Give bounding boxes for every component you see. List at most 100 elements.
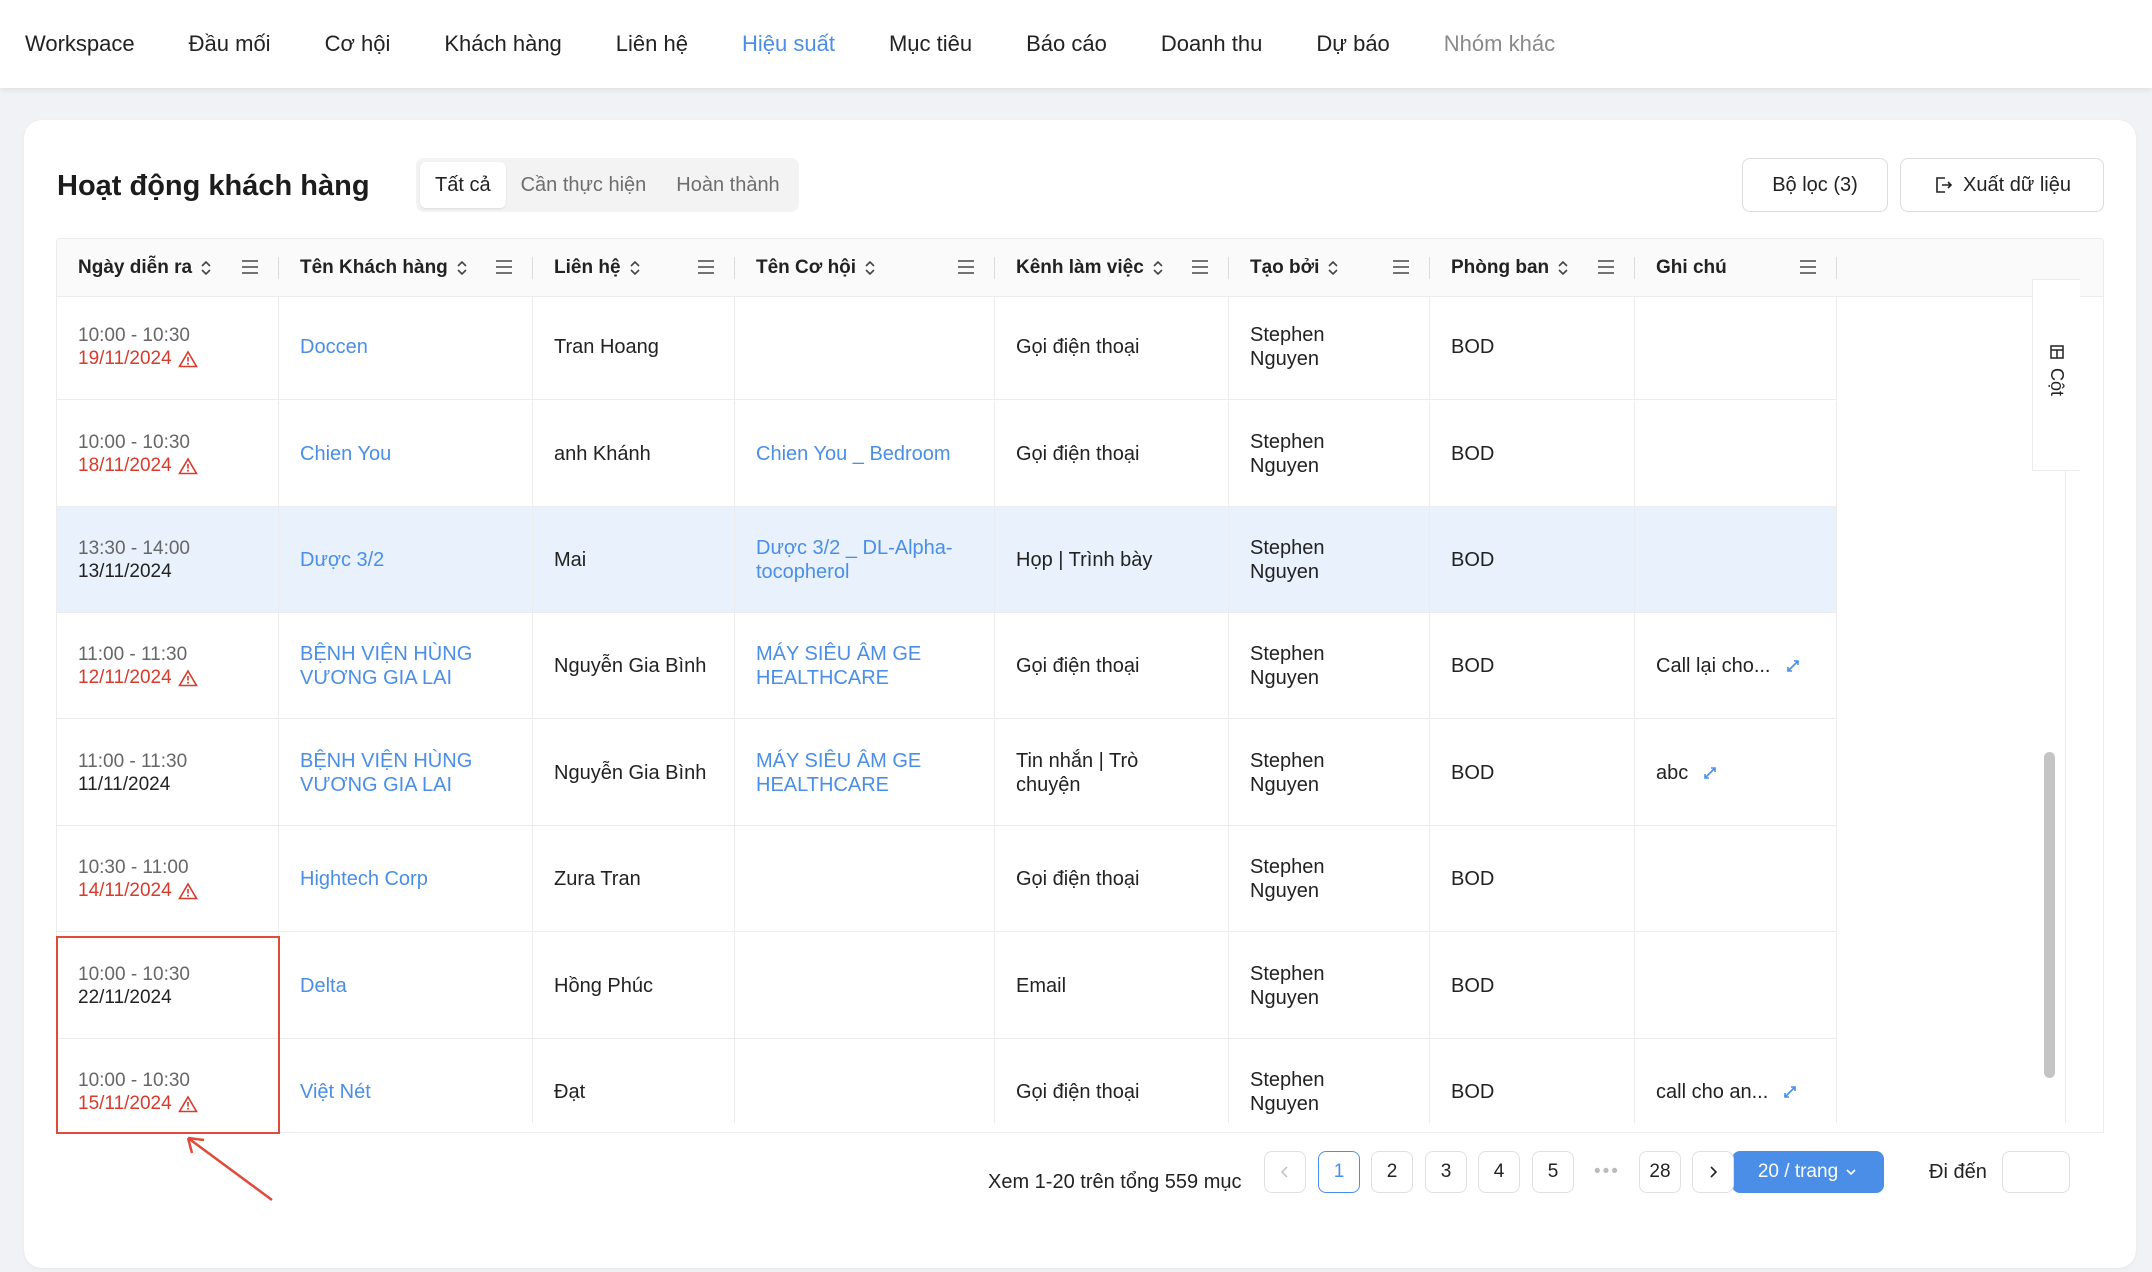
column-header[interactable]: Tạo bởi bbox=[1229, 239, 1430, 297]
customer-link[interactable]: Hightech Corp bbox=[300, 867, 428, 891]
column-menu-icon[interactable] bbox=[1597, 258, 1615, 276]
table-row[interactable]: 10:00 - 10:30 22/11/2024 Delta Hồng Phúc Ema… bbox=[57, 933, 1837, 1039]
page-size-select[interactable]: 20 / trang bbox=[1732, 1151, 1884, 1193]
nav-item[interactable]: Hiệu suất bbox=[742, 31, 835, 57]
sort-icon[interactable] bbox=[1327, 258, 1339, 278]
column-header[interactable]: Kênh làm việc bbox=[995, 239, 1229, 297]
page-button[interactable]: 1 bbox=[1318, 1151, 1360, 1193]
customer-link[interactable]: Doccen bbox=[300, 335, 368, 359]
column-separator[interactable] bbox=[532, 257, 533, 279]
sort-icon[interactable] bbox=[1557, 258, 1569, 278]
nav-item[interactable]: Workspace bbox=[25, 31, 135, 57]
column-separator[interactable] bbox=[1429, 257, 1430, 279]
warning-triangle-icon bbox=[177, 881, 198, 899]
channel-text: Gọi điện thoại bbox=[1016, 655, 1140, 677]
column-separator[interactable] bbox=[1228, 257, 1229, 279]
column-menu-icon[interactable] bbox=[1799, 258, 1817, 276]
nav-item[interactable]: Nhóm khác bbox=[1444, 31, 1555, 57]
opportunity-link[interactable]: MÁY SIÊU ÂM GE HEALTHCARE bbox=[756, 642, 978, 690]
table-row[interactable]: 10:30 - 11:00 14/11/2024 Hightech Corp Zura… bbox=[57, 826, 1837, 932]
expand-icon[interactable] bbox=[1782, 1084, 1798, 1100]
column-menu-icon[interactable] bbox=[697, 258, 715, 276]
contact-cell: Nguyễn Gia Bình bbox=[533, 613, 735, 719]
nav-item[interactable]: Báo cáo bbox=[1026, 31, 1107, 57]
table-row[interactable]: 10:00 - 10:30 18/11/2024 Chien You anh Khán… bbox=[57, 401, 1837, 507]
note-cell: abc bbox=[1635, 720, 1837, 826]
column-header[interactable]: Ghi chú bbox=[1635, 239, 1837, 297]
table-row[interactable]: 10:00 - 10:30 15/11/2024 Việt Nét Đạt Gọi đi… bbox=[57, 1039, 1837, 1123]
column-separator[interactable] bbox=[734, 257, 735, 279]
page-button[interactable]: 5 bbox=[1532, 1151, 1574, 1193]
note-block: abc bbox=[1656, 762, 1718, 785]
column-header[interactable]: Ngày diễn ra bbox=[57, 239, 279, 297]
customer-link[interactable]: Delta bbox=[300, 974, 347, 998]
expand-icon[interactable] bbox=[1702, 765, 1718, 781]
page-button[interactable]: 4 bbox=[1478, 1151, 1520, 1193]
customer-link[interactable]: BỆNH VIỆN HÙNG VƯƠNG GIA LAI bbox=[300, 749, 512, 797]
column-header[interactable]: Liên hệ bbox=[533, 239, 735, 297]
column-menu-icon[interactable] bbox=[957, 258, 975, 276]
column-separator[interactable] bbox=[278, 257, 279, 279]
export-label: Xuất dữ liệu bbox=[1963, 173, 2071, 196]
prev-page-button[interactable] bbox=[1264, 1151, 1306, 1193]
note-text: Call lại cho... bbox=[1656, 654, 1771, 677]
vertical-scrollbar[interactable] bbox=[2044, 752, 2055, 1078]
column-menu-icon[interactable] bbox=[1191, 258, 1209, 276]
segment-tab[interactable]: Hoàn thành bbox=[661, 162, 794, 208]
table-row[interactable]: 11:00 - 11:30 12/11/2024 BỆNH VIỆN HÙNG VƯ… bbox=[57, 613, 1837, 719]
column-header-label: Ghi chú bbox=[1656, 257, 1727, 278]
customer-link[interactable]: Dược 3/2 bbox=[300, 548, 384, 572]
opportunity-link[interactable]: Chien You _ Bedroom bbox=[756, 442, 951, 466]
customer-link[interactable]: BỆNH VIỆN HÙNG VƯƠNG GIA LAI bbox=[300, 642, 512, 690]
customer-cell: Dược 3/2 bbox=[279, 507, 533, 613]
sort-icon[interactable] bbox=[864, 258, 876, 278]
pagination-ellipsis[interactable]: ••• bbox=[1594, 1161, 1620, 1183]
customer-link[interactable]: Chien You bbox=[300, 442, 391, 466]
column-menu-icon[interactable] bbox=[495, 258, 513, 276]
segment-tab[interactable]: Tất cả bbox=[420, 162, 506, 208]
sort-icon[interactable] bbox=[1152, 258, 1164, 278]
sort-icon[interactable] bbox=[200, 258, 212, 278]
column-header[interactable]: Tên Khách hàng bbox=[279, 239, 533, 297]
filter-button[interactable]: Bộ lọc (3) bbox=[1742, 158, 1888, 212]
department-text: BOD bbox=[1451, 548, 1495, 571]
column-settings-toggle[interactable]: Cột bbox=[2032, 279, 2080, 471]
column-separator[interactable] bbox=[1634, 257, 1635, 279]
department-text: BOD bbox=[1451, 867, 1495, 890]
activity-date: 18/11/2024 bbox=[78, 454, 198, 477]
column-menu-icon[interactable] bbox=[241, 258, 259, 276]
goto-page-input[interactable] bbox=[2002, 1151, 2070, 1193]
page-button[interactable]: 3 bbox=[1425, 1151, 1467, 1193]
column-separator[interactable] bbox=[994, 257, 995, 279]
segment-tab[interactable]: Cần thực hiện bbox=[506, 162, 662, 208]
note-cell bbox=[1635, 297, 1837, 400]
nav-item[interactable]: Khách hàng bbox=[444, 31, 561, 57]
table-row[interactable]: 10:00 - 10:30 19/11/2024 Doccen Tran Hoang G… bbox=[57, 297, 1837, 400]
nav-item[interactable]: Mục tiêu bbox=[889, 31, 972, 57]
column-menu-icon[interactable] bbox=[1392, 258, 1410, 276]
nav-item[interactable]: Dự báo bbox=[1316, 31, 1389, 57]
column-header[interactable]: Phòng ban bbox=[1430, 239, 1635, 297]
export-button[interactable]: Xuất dữ liệu bbox=[1900, 158, 2104, 212]
table-row[interactable]: 11:00 - 11:30 11/11/2024 BỆNH VIỆN HÙNG VƯ… bbox=[57, 720, 1837, 826]
sort-icon[interactable] bbox=[629, 258, 641, 278]
note-cell: call cho an... bbox=[1635, 1039, 1837, 1123]
customer-link[interactable]: Việt Nét bbox=[300, 1080, 371, 1104]
table-row[interactable]: 13:30 - 14:00 13/11/2024 Dược 3/2 Mai Dược 3… bbox=[57, 507, 1837, 613]
nav-item[interactable]: Đầu mối bbox=[189, 31, 271, 57]
next-page-button[interactable] bbox=[1692, 1151, 1734, 1193]
column-header-label: Phòng ban bbox=[1451, 257, 1550, 278]
opportunity-link[interactable]: MÁY SIÊU ÂM GE HEALTHCARE bbox=[756, 749, 978, 797]
nav-item[interactable]: Cơ hội bbox=[325, 31, 391, 57]
expand-icon[interactable] bbox=[1785, 658, 1801, 674]
sort-icon[interactable] bbox=[456, 258, 468, 278]
date-cell: 10:00 - 10:30 15/11/2024 bbox=[57, 1039, 279, 1123]
nav-item[interactable]: Doanh thu bbox=[1161, 31, 1263, 57]
column-header[interactable]: Tên Cơ hội bbox=[735, 239, 995, 297]
page-button-last[interactable]: 28 bbox=[1639, 1151, 1681, 1193]
opportunity-link[interactable]: Dược 3/2 _ DL-Alpha-tocopherol bbox=[756, 536, 978, 584]
contact-name: Zura Tran bbox=[554, 868, 641, 890]
page-button[interactable]: 2 bbox=[1371, 1151, 1413, 1193]
column-separator[interactable] bbox=[1836, 257, 1837, 279]
nav-item[interactable]: Liên hệ bbox=[616, 31, 688, 57]
